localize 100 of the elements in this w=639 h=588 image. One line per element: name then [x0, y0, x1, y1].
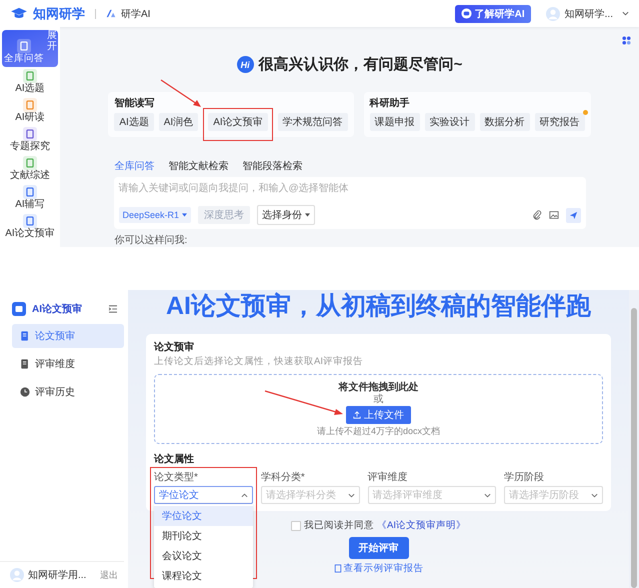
section-title: 论文属性 [154, 452, 195, 466]
dropdown-option[interactable]: 课程论文 [154, 566, 253, 586]
sample-report-link[interactable]: 查看示例评审报告 [334, 562, 424, 575]
upload-icon [353, 411, 361, 419]
document-icon [23, 98, 37, 112]
greeting-title: 很高兴认识你，有问题尽管问~ [258, 55, 462, 74]
select-field[interactable]: 学位论文 [154, 486, 253, 504]
sidebar-item[interactable]: AI研读 [2, 97, 58, 125]
sidebar-item[interactable]: 文献综述 [2, 155, 58, 183]
chevron-down-icon [348, 492, 355, 498]
clock-icon [20, 387, 30, 397]
field-label: 学历阶段 [504, 471, 546, 484]
sidebar-label: 专题探究 [10, 141, 50, 153]
feature-chip[interactable]: 学术规范问答 [278, 113, 348, 131]
drop-prompt: 将文件拖拽到此处 [338, 380, 418, 394]
sidebar-item[interactable]: AI论文预审 [2, 213, 58, 241]
chevron-up-icon [240, 492, 248, 498]
sidebar-label: 全库问答 [4, 53, 44, 65]
tab[interactable]: 智能文献检索 [168, 159, 228, 173]
role-dropdown[interactable]: 选择身份 [257, 205, 316, 225]
document-icon [23, 69, 37, 83]
collapse-icon[interactable] [108, 305, 118, 313]
suggestion-hint: 你可以这样问我: [114, 234, 188, 247]
app-logo-icon [12, 302, 26, 316]
sidebar-label: AI论文预审 [5, 228, 55, 240]
card-title: 科研助手 [370, 96, 411, 110]
document-icon [334, 564, 342, 573]
upload-button[interactable]: 上传文件 [346, 406, 411, 424]
card-title: 论文预审 [154, 340, 195, 354]
annotation-arrow [160, 79, 202, 109]
paperclip-icon[interactable] [532, 210, 542, 220]
document-icon [23, 127, 37, 141]
dropdown-option[interactable]: 学位论文 [154, 506, 253, 526]
product-name[interactable]: 研学AI [121, 6, 150, 20]
app-title: AI论文预审 [32, 302, 82, 316]
logo-text[interactable]: 知网研学 [33, 4, 85, 22]
agreement-checkbox[interactable] [291, 520, 301, 530]
upload-note: 请上传不超过4万字的docx文档 [316, 425, 440, 438]
promo-button[interactable]: 了解研学AI [454, 4, 531, 22]
field-label: 学科分类* [260, 470, 306, 484]
document-icon [23, 214, 37, 228]
or-text: 或 [374, 395, 384, 405]
sidebar-label: AI研读 [15, 112, 45, 124]
document-icon [20, 359, 30, 369]
sidebar-label: AI选题 [15, 83, 45, 95]
tab[interactable]: 全库问答 [114, 159, 154, 173]
chevron-down-icon [590, 492, 598, 498]
feature-chip[interactable]: 实验设计 [424, 113, 475, 131]
feature-chip[interactable]: 研究报告 [534, 113, 585, 131]
user-name: 知网研学用... [28, 569, 86, 582]
scrollbar[interactable] [631, 308, 637, 588]
page-headline: AI论文预审，从初稿到终稿的智能伴跑 [166, 291, 591, 322]
document-icon [23, 185, 37, 199]
dropdown-option[interactable]: 会议论文 [154, 546, 253, 566]
send-icon [568, 210, 578, 220]
dropdown-option[interactable]: 期刊论文 [154, 526, 253, 546]
agreement-link[interactable]: 《AI论文预审声明》 [377, 519, 466, 532]
field-label: 论文类型* [154, 470, 199, 484]
sidebar-label: AI辅写 [15, 199, 45, 211]
expand-label[interactable]: 展开 [47, 30, 57, 52]
document-icon [20, 331, 30, 341]
start-review-button[interactable]: 开始评审 [348, 537, 408, 559]
question-input[interactable]: 请输入关键词或问题向我提问，和输入@选择智能体 DeepSeek-R1 深度思考 选择身份 [114, 177, 586, 229]
feature-chip[interactable]: AI选题 [114, 113, 154, 131]
sidebar-item[interactable]: AI辅写 [2, 184, 58, 212]
document-icon [23, 156, 37, 170]
apps-icon[interactable] [622, 36, 631, 45]
nav-item[interactable]: 评审维度 [12, 352, 124, 376]
caret-icon [182, 213, 188, 217]
chevron-down-icon[interactable] [622, 11, 629, 16]
logout-button[interactable]: 退出 [100, 568, 118, 582]
input-placeholder: 请输入关键词或问题向我提问，和输入@选择智能体 [118, 182, 350, 195]
field-label: 评审维度 [368, 470, 409, 484]
hi-badge: Hi [236, 56, 254, 73]
product-icon [106, 9, 116, 18]
sidebar-item[interactable]: 专题探究 [2, 126, 58, 154]
new-dot [582, 110, 588, 115]
upload-dropzone[interactable]: 将文件拖拽到此处 或 上传文件 请上传不超过4万字的docx文档 [154, 374, 603, 444]
feature-chip[interactable]: AI论文预审 [208, 113, 268, 131]
document-icon [17, 39, 31, 53]
send-button[interactable] [566, 208, 580, 222]
sidebar-item[interactable]: 展开 全库问答 [2, 30, 58, 67]
tab[interactable]: 智能段落检索 [242, 159, 302, 173]
user-name[interactable]: 知网研学... [564, 6, 613, 20]
sidebar-label: 文献综述 [10, 170, 50, 182]
model-dropdown[interactable]: DeepSeek-R1 [118, 207, 192, 223]
nav-item[interactable]: 评审历史 [12, 380, 124, 404]
robot-icon [460, 8, 472, 19]
agreement-text: 我已阅读并同意 [304, 519, 374, 532]
feature-chip[interactable]: AI润色 [158, 113, 198, 131]
card-subtitle: 上传论文后选择论文属性，快速获取AI评审报告 [154, 355, 364, 368]
chevron-down-icon [484, 492, 492, 498]
sidebar-item[interactable]: AI选题 [2, 68, 58, 96]
caret-icon [305, 213, 310, 217]
image-icon[interactable] [548, 210, 558, 220]
nav-item[interactable]: 论文预审 [12, 324, 124, 348]
graduation-cap-icon [10, 6, 28, 20]
card-title: 智能读写 [114, 96, 156, 110]
feature-chip[interactable]: 数据分析 [480, 113, 530, 131]
feature-chip[interactable]: 课题申报 [370, 113, 420, 131]
